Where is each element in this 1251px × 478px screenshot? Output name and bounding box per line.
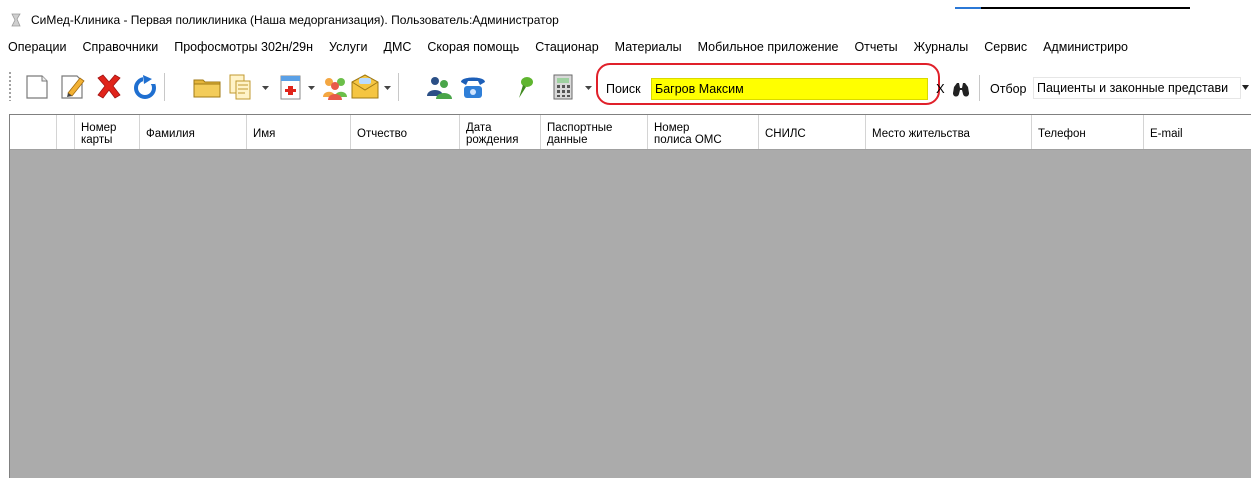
menu-service[interactable]: Сервис <box>976 36 1035 58</box>
menu-services[interactable]: Услуги <box>321 36 375 58</box>
refresh-icon[interactable] <box>130 72 160 102</box>
chevron-down-icon[interactable] <box>384 85 391 91</box>
people-icon[interactable] <box>424 72 454 102</box>
column-header-phone[interactable]: Телефон <box>1032 115 1144 149</box>
menu-dms[interactable]: ДМС <box>376 36 420 58</box>
title-bar: СиМед-Клиника - Первая поликлиника (Наша… <box>0 0 1251 34</box>
menu-checkups[interactable]: Профосмотры 302н/29н <box>166 36 321 58</box>
menu-references[interactable]: Справочники <box>74 36 166 58</box>
toolbar-separator <box>398 73 399 101</box>
column-header-birth-date[interactable]: Дата рождения <box>460 115 541 149</box>
new-document-icon[interactable] <box>22 72 52 102</box>
app-logo-icon <box>11 13 21 27</box>
users-group-icon[interactable] <box>320 72 350 102</box>
toolbar-grip[interactable] <box>8 71 12 101</box>
column-header-indicator[interactable] <box>10 115 57 149</box>
phone-icon[interactable] <box>458 72 488 102</box>
chevron-down-icon[interactable] <box>1242 85 1249 90</box>
menu-mobile-app[interactable]: Мобильное приложение <box>690 36 847 58</box>
column-header-email[interactable]: E-mail <box>1144 115 1251 149</box>
calculator-icon[interactable] <box>548 72 578 102</box>
menu-reports[interactable]: Отчеты <box>846 36 905 58</box>
column-header-snils[interactable]: СНИЛС <box>759 115 866 149</box>
window-title: СиМед-Клиника - Первая поликлиника (Наша… <box>31 13 559 27</box>
menu-bar: Операции Справочники Профосмотры 302н/29… <box>0 36 1251 58</box>
chevron-down-icon[interactable] <box>262 85 269 91</box>
menu-materials[interactable]: Материалы <box>607 36 690 58</box>
filter-select[interactable]: Пациенты и законные представи <box>1033 77 1241 99</box>
column-header-card-number[interactable]: Номер карты <box>75 115 140 149</box>
menu-operations[interactable]: Операции <box>0 36 74 58</box>
column-header-name[interactable]: Имя <box>247 115 351 149</box>
column-header-patronymic[interactable]: Отчество <box>351 115 460 149</box>
copy-pages-icon[interactable] <box>226 72 256 102</box>
app-window: СиМед-Клиника - Первая поликлиника (Наша… <box>0 0 1251 478</box>
column-header-passport[interactable]: Паспортные данные <box>541 115 648 149</box>
menu-ambulance[interactable]: Скорая помощь <box>419 36 527 58</box>
grid-header: Номер карты Фамилия Имя Отчество Дата ро… <box>10 115 1251 150</box>
menu-journals[interactable]: Журналы <box>906 36 977 58</box>
binoculars-icon[interactable] <box>952 81 970 97</box>
search-input[interactable] <box>651 78 928 100</box>
menu-hospital[interactable]: Стационар <box>527 36 606 58</box>
chevron-down-icon[interactable] <box>585 85 592 91</box>
toolbar-separator <box>979 75 980 101</box>
sms-envelope-icon[interactable] <box>350 72 380 102</box>
edit-pencil-icon[interactable] <box>58 72 88 102</box>
pin-icon[interactable] <box>510 72 540 102</box>
filter-label: Отбор <box>990 82 1027 96</box>
clear-search-button[interactable]: X <box>936 81 945 96</box>
title-accent-line <box>955 7 1190 9</box>
search-label: Поиск <box>606 82 641 96</box>
column-header-address[interactable]: Место жительства <box>866 115 1032 149</box>
delete-x-icon[interactable] <box>94 72 124 102</box>
patients-grid[interactable]: Номер карты Фамилия Имя Отчество Дата ро… <box>9 114 1251 478</box>
column-header-surname[interactable]: Фамилия <box>140 115 247 149</box>
column-header-select[interactable] <box>57 115 75 149</box>
toolbar-separator <box>164 73 165 101</box>
folder-icon[interactable] <box>192 72 222 102</box>
chevron-down-icon[interactable] <box>308 85 315 91</box>
medical-card-icon[interactable] <box>275 72 305 102</box>
column-header-oms-policy[interactable]: Номер полиса ОМС <box>648 115 759 149</box>
menu-administration[interactable]: Администриро <box>1035 36 1136 58</box>
